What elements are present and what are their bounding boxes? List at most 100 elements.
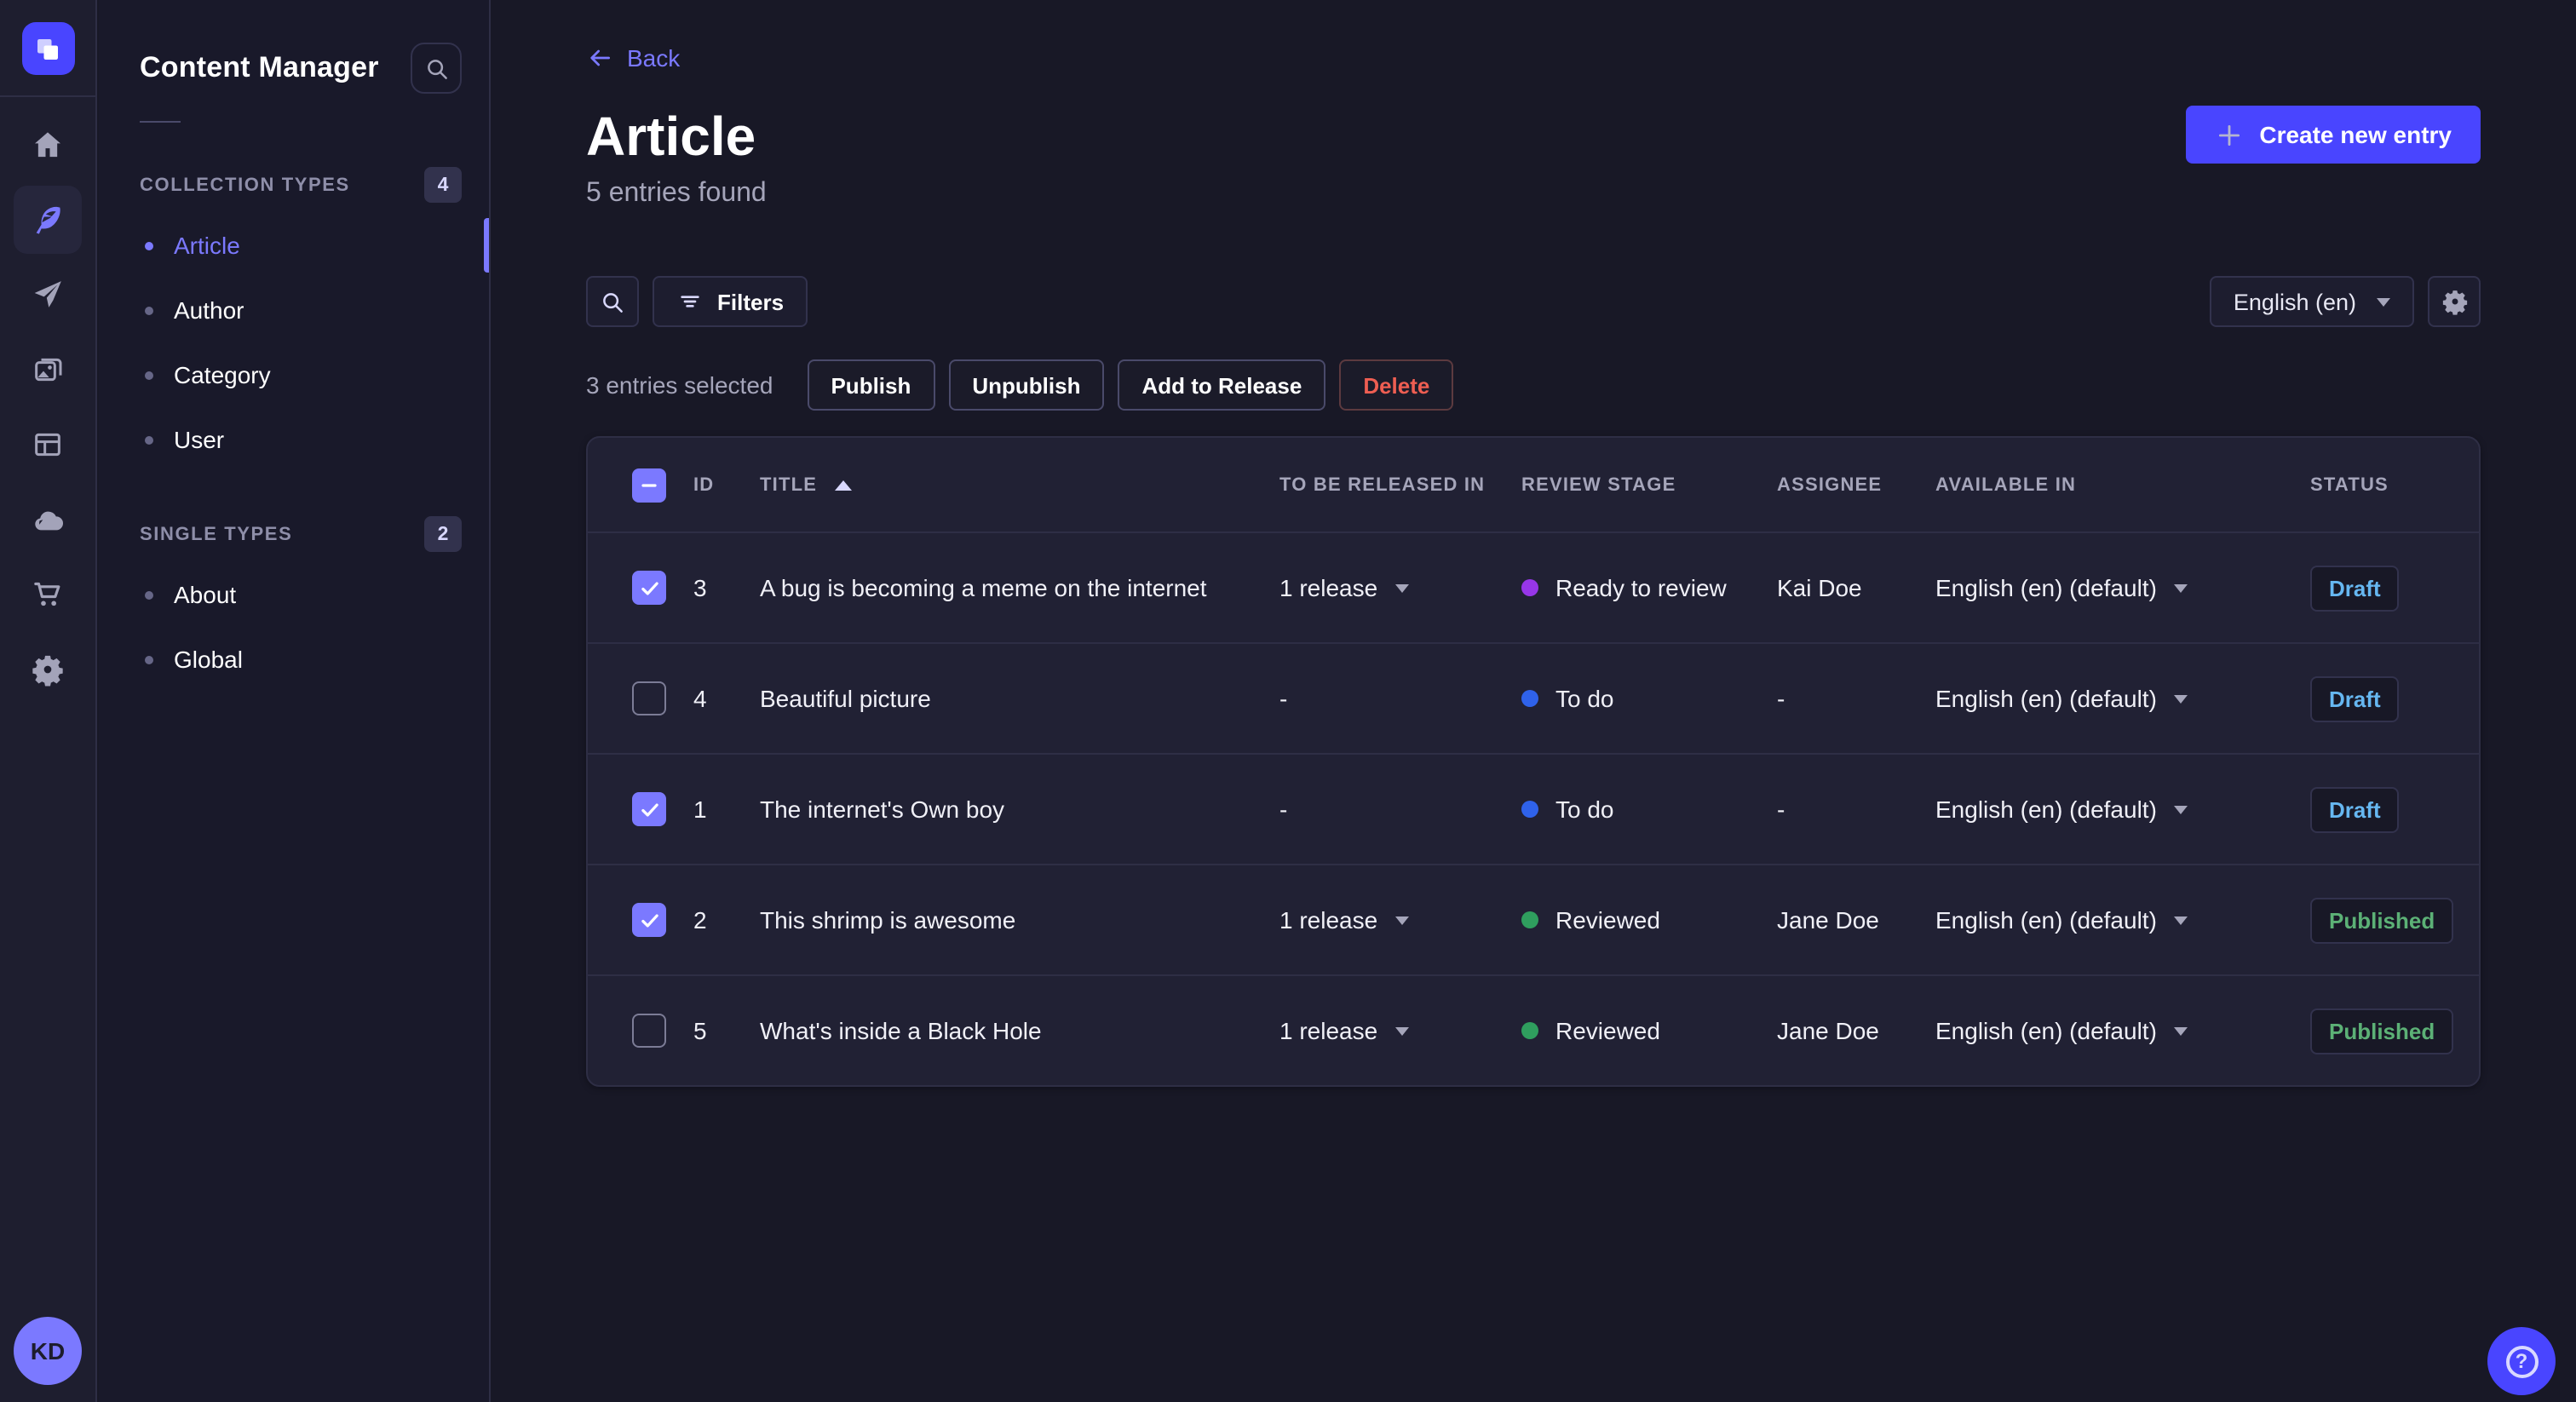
cell-title: This shrimp is awesome	[760, 906, 1016, 934]
filters-label: Filters	[717, 289, 785, 314]
locale-select[interactable]: English (en)	[2209, 276, 2414, 327]
nav-marketplace-button[interactable]	[14, 560, 82, 629]
view-settings-button[interactable]	[2428, 276, 2481, 327]
main-content: Back Article 5 entries found Create new …	[491, 0, 2576, 1402]
create-new-entry-button[interactable]: Create new entry	[2186, 106, 2481, 164]
main-nav-rail: KD	[0, 0, 97, 1402]
cell-to-be-released-in[interactable]: 1 release	[1279, 574, 1521, 601]
table-row[interactable]: 2 This shrimp is awesome 1 release Revie…	[588, 864, 2479, 974]
sidebar-item-author[interactable]: Author	[99, 278, 489, 342]
selection-summary: 3 entries selected	[586, 371, 773, 399]
page-title: Article	[586, 106, 756, 167]
strapi-logo-icon	[37, 38, 58, 59]
sidebar-item-label: Category	[174, 361, 271, 388]
column-header-available-in[interactable]: AVAILABLE IN	[1935, 474, 2310, 495]
back-link[interactable]: Back	[586, 44, 680, 72]
status-badge: Draft	[2310, 675, 2400, 721]
cell-to-be-released-in[interactable]: -	[1279, 685, 1521, 712]
content-manager-subnav: Content Manager COLLECTION TYPES 4 Artic…	[99, 0, 491, 1402]
cell-to-be-released-in[interactable]: 1 release	[1279, 1017, 1521, 1044]
cell-assignee: -	[1777, 796, 1785, 823]
chevron-down-icon	[2173, 916, 2188, 924]
gear-icon	[2441, 290, 2467, 315]
cell-to-be-released-in[interactable]: 1 release	[1279, 906, 1521, 934]
check-icon	[641, 913, 658, 927]
nav-content-manager-button[interactable]	[14, 186, 82, 254]
sidebar-item-label: User	[174, 426, 225, 453]
column-header-released[interactable]: TO BE RELEASED IN	[1279, 474, 1521, 495]
cell-assignee: Kai Doe	[1777, 574, 1862, 601]
stage-dot-icon	[1521, 801, 1538, 818]
cell-review-stage: To do	[1521, 796, 1777, 823]
column-header-id[interactable]: ID	[693, 474, 760, 495]
row-checkbox[interactable]	[632, 681, 666, 715]
table-row[interactable]: 5 What's inside a Black Hole 1 release R…	[588, 974, 2479, 1085]
chevron-down-icon	[1394, 583, 1409, 592]
table-row[interactable]: 4 Beautiful picture - To do - English (e…	[588, 642, 2479, 753]
cell-available-in[interactable]: English (en) (default)	[1935, 796, 2310, 823]
sidebar-item-category[interactable]: Category	[99, 342, 489, 407]
chevron-down-icon	[2173, 1026, 2188, 1035]
cell-available-in[interactable]: English (en) (default)	[1935, 1017, 2310, 1044]
row-checkbox[interactable]	[632, 792, 666, 826]
row-checkbox[interactable]	[632, 903, 666, 937]
cell-available-in[interactable]: English (en) (default)	[1935, 685, 2310, 712]
search-icon	[427, 59, 446, 78]
delete-button[interactable]: Delete	[1339, 359, 1454, 411]
help-icon: ?	[2505, 1345, 2538, 1377]
table-search-button[interactable]	[586, 276, 639, 327]
column-header-review-stage[interactable]: REVIEW STAGE	[1521, 474, 1777, 495]
bullet-icon	[145, 590, 153, 599]
add-to-release-button[interactable]: Add to Release	[1118, 359, 1326, 411]
nav-deploy-button[interactable]	[14, 486, 82, 554]
sidebar-item-user[interactable]: User	[99, 407, 489, 472]
table-row[interactable]: 3 A bug is becoming a meme on the intern…	[588, 531, 2479, 642]
cell-available-in[interactable]: English (en) (default)	[1935, 574, 2310, 601]
nav-content-type-builder-button[interactable]	[14, 411, 82, 479]
status-badge: Published	[2310, 1008, 2454, 1054]
nav-releases-button[interactable]	[14, 261, 82, 329]
subnav-search-button[interactable]	[411, 43, 462, 94]
table-row[interactable]: 1 The internet's Own boy - To do - Engli…	[588, 753, 2479, 864]
help-button[interactable]: ?	[2487, 1327, 2556, 1395]
sidebar-item-label: About	[174, 581, 237, 608]
bullet-icon	[145, 655, 153, 664]
column-header-status[interactable]: STATUS	[2310, 474, 2479, 495]
cell-id: 5	[693, 1017, 707, 1044]
sidebar-item-article[interactable]: Article	[99, 213, 489, 278]
section-label: SINGLE TYPES	[140, 524, 293, 544]
stage-dot-icon	[1521, 690, 1538, 707]
nav-settings-button[interactable]	[14, 635, 82, 704]
chevron-down-icon	[2173, 805, 2188, 813]
filters-button[interactable]: Filters	[653, 276, 808, 327]
user-avatar[interactable]: KD	[14, 1317, 82, 1385]
stage-dot-icon	[1521, 579, 1538, 596]
sidebar-item-label: Article	[174, 232, 240, 259]
cell-available-in[interactable]: English (en) (default)	[1935, 906, 2310, 934]
subnav-title: Content Manager	[140, 51, 379, 83]
chevron-down-icon	[1394, 1026, 1409, 1035]
strapi-logo[interactable]	[21, 22, 74, 75]
cell-review-stage: Reviewed	[1521, 1017, 1777, 1044]
locale-value: English (en)	[2233, 289, 2356, 314]
column-header-assignee[interactable]: ASSIGNEE	[1777, 474, 1935, 495]
column-header-title[interactable]: TITLE	[760, 474, 1279, 495]
cell-to-be-released-in[interactable]: -	[1279, 796, 1521, 823]
publish-button[interactable]: Publish	[807, 359, 935, 411]
create-button-label: Create new entry	[2259, 121, 2452, 148]
select-all-checkbox[interactable]	[632, 468, 666, 502]
row-checkbox[interactable]	[632, 1014, 666, 1048]
single-types-count-badge: 2	[424, 516, 462, 552]
sidebar-item-label: Global	[174, 646, 243, 673]
cart-icon	[34, 582, 60, 606]
app-window: KD Content Manager COLLECTION TYPES 4 Ar…	[0, 0, 2576, 1402]
sidebar-item-global[interactable]: Global	[99, 627, 489, 692]
row-checkbox[interactable]	[632, 571, 666, 605]
unpublish-button[interactable]: Unpublish	[948, 359, 1105, 411]
nav-media-library-button[interactable]	[14, 336, 82, 404]
arrow-left-icon	[590, 49, 610, 66]
cell-assignee: Jane Doe	[1777, 1017, 1879, 1044]
sidebar-item-about[interactable]: About	[99, 562, 489, 627]
status-badge: Published	[2310, 897, 2454, 943]
nav-home-button[interactable]	[14, 111, 82, 179]
